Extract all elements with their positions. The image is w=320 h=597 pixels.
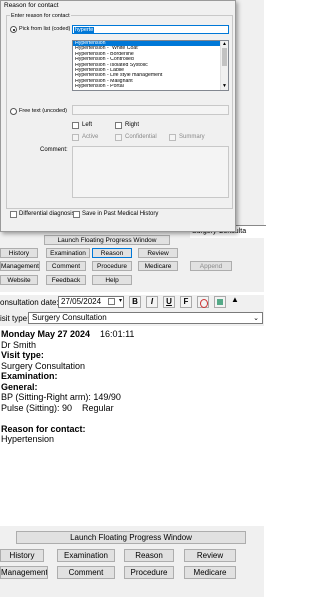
note-line-text: Surgery Consultation (1, 360, 86, 371)
save-past-history-checkbox[interactable] (73, 211, 80, 218)
note-line-text: Reason for contact: (1, 423, 86, 434)
bg-review-button[interactable]: Review (138, 248, 178, 258)
active-label: Active (82, 134, 99, 140)
left-label: Left (82, 122, 93, 128)
medicare-button[interactable]: Medicare (184, 566, 236, 579)
reason-dialog: Reason for contact Enter reason for cont… (0, 0, 236, 232)
visit-type-value: Surgery Consultation (32, 313, 107, 322)
bg-examination-button[interactable]: Examination (46, 248, 90, 258)
visit-type-label: isit type: (0, 314, 30, 323)
note-line-text: Monday May 27 2024 (1, 329, 91, 339)
reason-button[interactable]: Reason (124, 549, 174, 562)
pick-list-radio[interactable] (10, 26, 17, 33)
note-line: Examination: (1, 371, 58, 382)
note-line: Monday May 27 2024 16:01:11 (1, 329, 134, 340)
bg-launch-progress-button[interactable]: Launch Floating Progress Window (44, 235, 170, 245)
note-line-text: Examination: (1, 371, 58, 381)
bg-procedure-button[interactable]: Procedure (92, 261, 132, 271)
note-line-text: Pulse (Sitting): 90 (1, 402, 73, 413)
comment-button[interactable]: Comment (57, 566, 115, 579)
history-button[interactable]: History (0, 549, 44, 562)
bg-feedback-button[interactable]: Feedback (46, 275, 86, 285)
notes-editor[interactable]: Monday May 27 2024 16:01:11 Dr Smith Visit … (0, 326, 264, 526)
reason-listbox[interactable]: Hypertension Hypertension - "White Coat" H… (72, 40, 229, 91)
bg-history-button[interactable]: History (0, 248, 38, 258)
comment-textarea[interactable] (72, 146, 229, 198)
note-line: Reason for contact: (1, 424, 86, 435)
confidential-checkbox[interactable] (115, 134, 122, 141)
visit-type-select[interactable]: Surgery Consultation ⌄ (28, 312, 263, 324)
consult-date-value: 27/05/2024 (61, 297, 102, 306)
italic-button[interactable]: I (146, 296, 158, 308)
dialog-title: Reason for contact (4, 2, 59, 9)
list-item[interactable]: Hypertension - Portal (73, 84, 220, 89)
free-text-radio[interactable] (10, 108, 17, 115)
note-line-text: BP (Sitting-Right arm): 149/90 (1, 392, 121, 402)
note-line-extra: 16:01:11 (100, 329, 135, 339)
examination-button[interactable]: Examination (57, 549, 115, 562)
note-line: Hypertension (1, 434, 54, 445)
launch-progress-button[interactable]: Launch Floating Progress Window (16, 531, 246, 544)
consult-date-input[interactable]: 27/05/2024 ▾ (58, 296, 124, 308)
list-scrollbar[interactable]: ▲ ▼ (220, 41, 228, 90)
free-text-input[interactable] (72, 105, 229, 115)
bg-medicare-button[interactable]: Medicare (138, 261, 178, 271)
calendar-icon[interactable] (108, 298, 115, 305)
summary-checkbox[interactable] (169, 134, 176, 141)
summary-label: Summary (179, 134, 205, 140)
note-line: Visit type: (1, 350, 44, 361)
note-line-text: General: (1, 381, 38, 392)
note-line: Surgery Consultation (1, 361, 85, 372)
bg-management-button[interactable]: Management (0, 261, 40, 271)
note-line-text: Visit type: (1, 350, 44, 360)
right-label: Right (125, 122, 140, 128)
bg-comment-button[interactable]: Comment (46, 261, 86, 271)
note-line-text: Dr Smith (1, 339, 37, 350)
bg-website-button[interactable]: Website (0, 275, 38, 285)
bold-button[interactable]: B (129, 296, 141, 308)
consult-date-label: onsultation date: (0, 298, 59, 307)
note-line: Dr Smith (1, 340, 36, 351)
management-button[interactable]: Management (0, 566, 48, 579)
date-dropdown-icon[interactable]: ▾ (119, 297, 122, 304)
note-line: General: (1, 382, 38, 393)
comment-label: Comment: (40, 147, 68, 153)
right-checkbox[interactable] (115, 122, 122, 129)
search-input[interactable]: hyperte (72, 25, 229, 34)
note-line: Pulse (Sitting): 90 Regular (1, 403, 114, 414)
search-input-text: hyperte (74, 27, 95, 33)
note-line-extra: Regular (82, 402, 114, 413)
scroll-down-arrow-icon[interactable]: ▼ (222, 83, 227, 89)
bg-reason-button[interactable]: Reason (92, 248, 132, 258)
review-button[interactable]: Review (184, 549, 236, 562)
note-line-text: Hypertension (1, 434, 55, 444)
scroll-thumb[interactable] (222, 48, 227, 66)
active-checkbox[interactable] (72, 134, 79, 141)
pick-list-label: Pick from list (coded) (19, 26, 71, 32)
reason-list-items: Hypertension Hypertension - "White Coat" H… (73, 41, 220, 90)
bg-append-button[interactable]: Append (190, 261, 232, 271)
free-text-label: Free text (uncoded) (19, 108, 67, 114)
bg-help-button[interactable]: Help (92, 275, 132, 285)
left-checkbox[interactable] (72, 122, 79, 129)
scroll-up-arrow-icon[interactable]: ▲ (222, 41, 227, 47)
differential-checkbox[interactable] (10, 211, 17, 218)
font-button[interactable]: F (180, 296, 192, 308)
underline-button[interactable]: U (163, 296, 175, 308)
clipboard-icon[interactable] (197, 296, 209, 308)
confidential-label: Confidential (125, 134, 157, 140)
group-label: Enter reason for contact (10, 13, 71, 19)
procedure-button[interactable]: Procedure (124, 566, 174, 579)
note-line: BP (Sitting-Right arm): 149/90 (1, 392, 121, 403)
image-icon[interactable] (214, 296, 226, 308)
differential-label: Differential diagnosis (19, 211, 75, 217)
chevron-down-icon[interactable]: ⌄ (253, 314, 259, 322)
save-past-history-label: Save in Past Medical History (82, 211, 159, 217)
collapse-up-icon[interactable]: ▲ (231, 295, 239, 304)
